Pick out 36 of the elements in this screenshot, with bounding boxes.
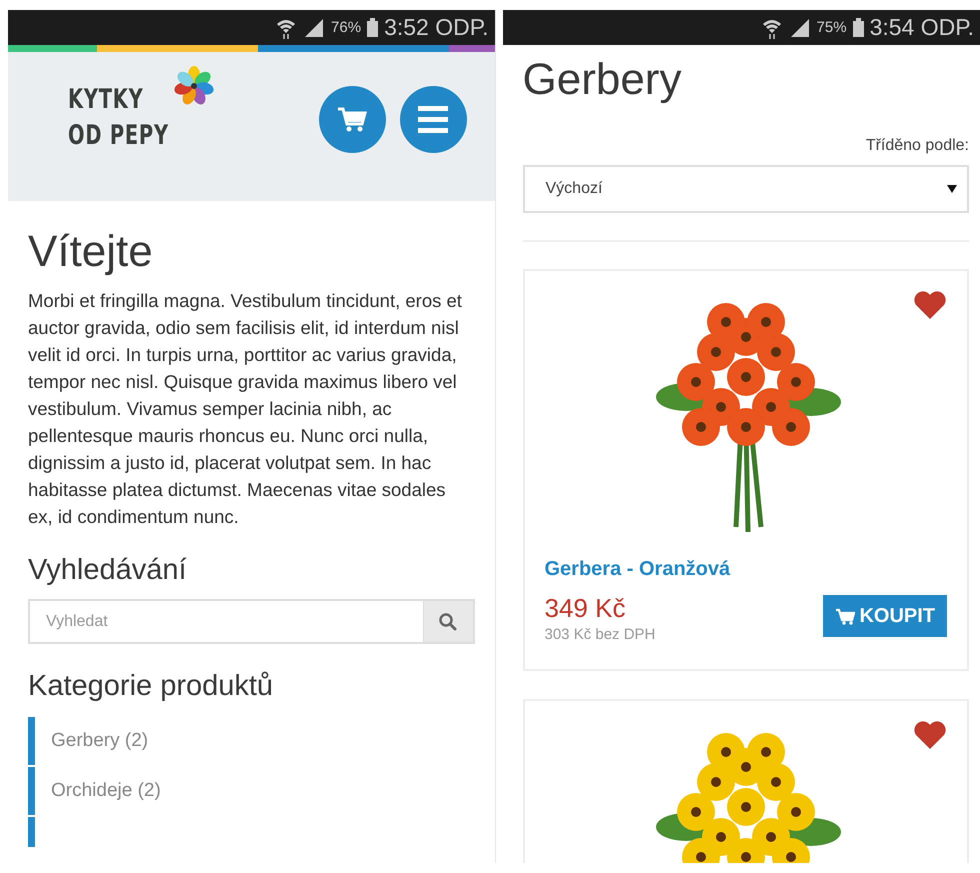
paragraph: Morbi et fringilla magna. Vestibulum tincidunt, eros et auctor gravida, odio sem facilisis elit, id interdum nisl velit id orci. In turpis urna, porttitor ac varius gravida, tempor nec nisl. Quisque gravida maximus libero vel vestibulum. Vivamus semper lacinia nibh, ac pellentesque mauris rhoncus eu. Nunc orci nulla, dignissim a justo id, placerat volutpat sem. In hac habitasse platea dictumst. Maecenas vitae sodales ex, id condimentum nunc.	[28, 289, 463, 529]
logo-text: KYTKY	[68, 83, 145, 117]
battery-icon	[367, 18, 378, 37]
logo[interactable]: KYTKY OD PEPY	[68, 66, 214, 154]
buy-button[interactable]: KOUPIT	[823, 595, 947, 637]
dropdown-caret-icon	[947, 185, 957, 193]
logo-text: OD PEPY	[68, 119, 169, 153]
search-icon	[439, 612, 457, 630]
clock: 3:54 ODP.	[870, 14, 974, 41]
category-marker	[28, 817, 35, 847]
section-heading: Vyhledávání	[28, 554, 188, 587]
heart-icon	[913, 289, 947, 319]
dropdown-value: Výchozí	[546, 180, 602, 198]
section-heading: Kategorie produktů	[28, 670, 274, 703]
page-heading: Gerbery	[522, 55, 682, 105]
cart-icon	[835, 608, 856, 624]
search-field[interactable]: Vyhledat	[28, 599, 422, 644]
product-name-link[interactable]: Gerbera - Oranžová	[544, 558, 730, 581]
page-heading: Vítejte	[28, 227, 154, 277]
category-link[interactable]: Gerbery (2)	[28, 717, 474, 765]
cart-icon	[336, 106, 368, 133]
search-button[interactable]	[422, 599, 474, 644]
battery-icon	[852, 18, 864, 37]
price-without-vat: 303 Kč bez DPH	[544, 626, 656, 643]
sort-dropdown[interactable]: Výchozí	[522, 165, 969, 213]
flower-logo-icon	[174, 66, 214, 106]
sort-label: Tříděno podle:	[864, 137, 969, 155]
battery-percent: 76%	[331, 19, 362, 36]
signal-icon	[788, 16, 811, 38]
category-link[interactable]: Orchideje (2)	[28, 767, 474, 815]
price: 349 Kč	[544, 593, 626, 624]
battery-percent: 75%	[816, 19, 847, 36]
menu-icon	[418, 106, 448, 133]
heart-icon	[913, 719, 947, 749]
clock: 3:52 ODP.	[384, 14, 488, 41]
signal-icon	[303, 16, 326, 38]
